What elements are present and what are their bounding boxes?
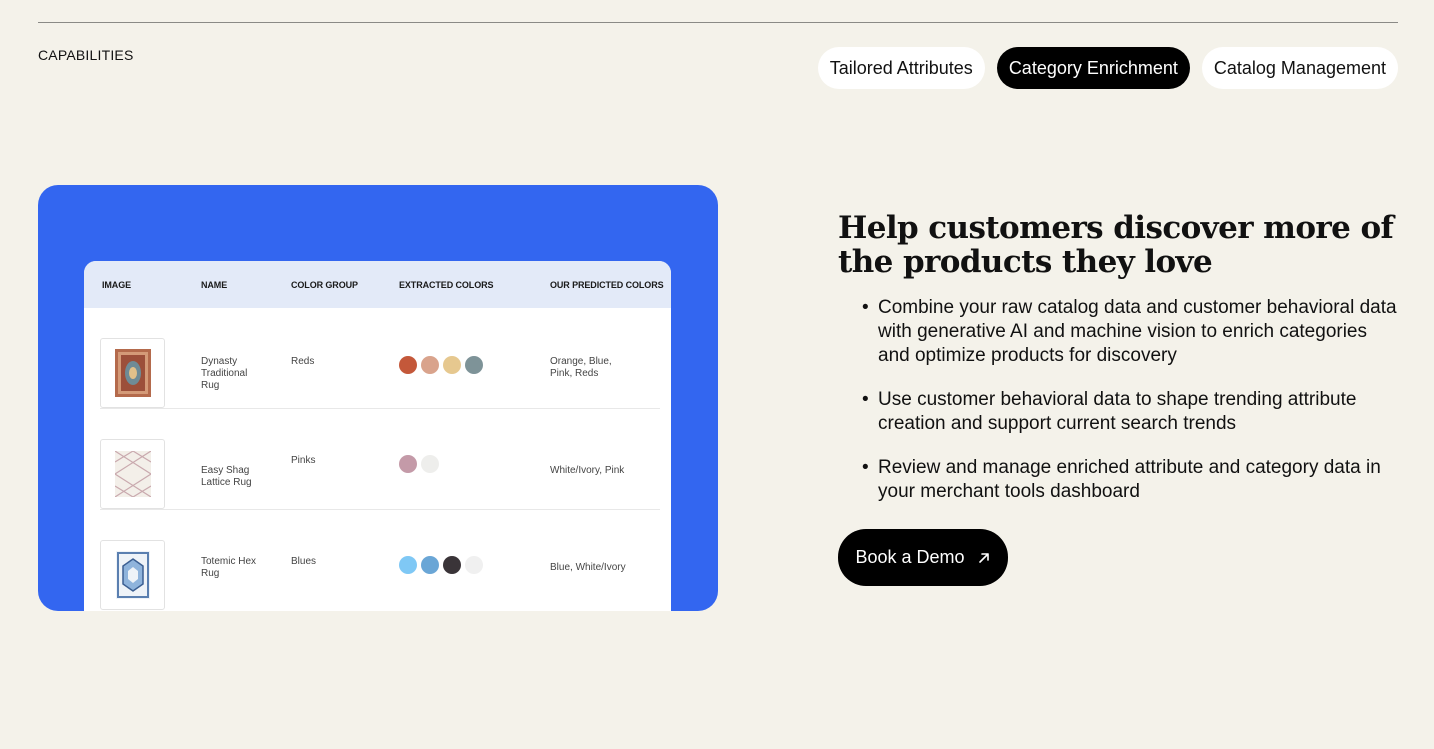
color-swatch	[399, 556, 417, 574]
column-header-predicted-colors: OUR PREDICTED COLORS	[550, 280, 664, 290]
column-header-image: IMAGE	[102, 280, 132, 290]
enrichment-table: IMAGE NAME COLOR GROUP EXTRACTED COLORS …	[84, 261, 671, 611]
product-table-card: IMAGE NAME COLOR GROUP EXTRACTED COLORS …	[38, 185, 718, 611]
arrow-up-right-icon	[978, 552, 989, 563]
predicted-colors: Orange, Blue, Pink, Reds	[550, 356, 612, 379]
capability-tabs: Tailored Attributes Category Enrichment …	[817, 47, 1398, 89]
extracted-color-swatches	[399, 556, 483, 574]
section-label: CAPABILITIES	[38, 47, 134, 63]
extracted-color-swatches	[399, 356, 483, 374]
hex-rug-icon	[115, 551, 150, 599]
color-swatch	[443, 556, 461, 574]
tab-tailored-attributes[interactable]: Tailored Attributes	[817, 47, 985, 89]
product-name: Easy Shag Lattice Rug	[201, 465, 252, 488]
product-thumbnail	[100, 439, 165, 509]
color-swatch	[399, 455, 417, 473]
product-name: Totemic Hex Rug	[201, 556, 257, 579]
book-demo-button[interactable]: Book a Demo	[838, 529, 1008, 586]
color-swatch	[399, 356, 417, 374]
feature-item: Combine your raw catalog data and custom…	[860, 296, 1400, 368]
extracted-color-swatches	[399, 455, 439, 473]
color-swatch	[421, 455, 439, 473]
product-thumbnail	[100, 338, 165, 408]
color-swatch	[443, 356, 461, 374]
row-divider	[100, 408, 660, 409]
feature-list: Combine your raw catalog data and custom…	[860, 296, 1400, 524]
color-swatch	[421, 356, 439, 374]
feature-item: Use customer behavioral data to shape tr…	[860, 388, 1400, 436]
product-color-group: Pinks	[291, 455, 316, 466]
row-divider	[100, 509, 660, 510]
color-swatch	[465, 356, 483, 374]
product-name: Dynasty Traditional Rug	[201, 356, 248, 391]
table-header: IMAGE NAME COLOR GROUP EXTRACTED COLORS …	[84, 261, 671, 308]
product-color-group: Blues	[291, 556, 317, 567]
feature-item: Review and manage enriched attribute and…	[860, 456, 1400, 504]
column-header-extracted-colors: EXTRACTED COLORS	[399, 280, 494, 290]
tab-category-enrichment[interactable]: Category Enrichment	[996, 47, 1190, 89]
color-swatch	[421, 556, 439, 574]
section-headline: Help customers discover more of the prod…	[838, 210, 1394, 280]
predicted-colors: Blue, White/Ivory	[550, 562, 626, 573]
book-demo-label: Book a Demo	[855, 547, 965, 567]
tab-catalog-management[interactable]: Catalog Management	[1201, 47, 1398, 89]
top-divider	[38, 22, 1398, 23]
column-header-name: NAME	[201, 280, 228, 290]
predicted-colors: White/Ivory, Pink	[550, 465, 625, 476]
lattice-rug-icon	[114, 451, 151, 497]
product-color-group: Reds	[291, 356, 315, 367]
traditional-rug-icon	[114, 349, 151, 397]
product-thumbnail	[100, 540, 165, 610]
column-header-color-group: COLOR GROUP	[291, 280, 358, 290]
table-row: Totemic Hex Rug Blues Blue, White/Ivory	[100, 525, 660, 611]
color-swatch	[465, 556, 483, 574]
